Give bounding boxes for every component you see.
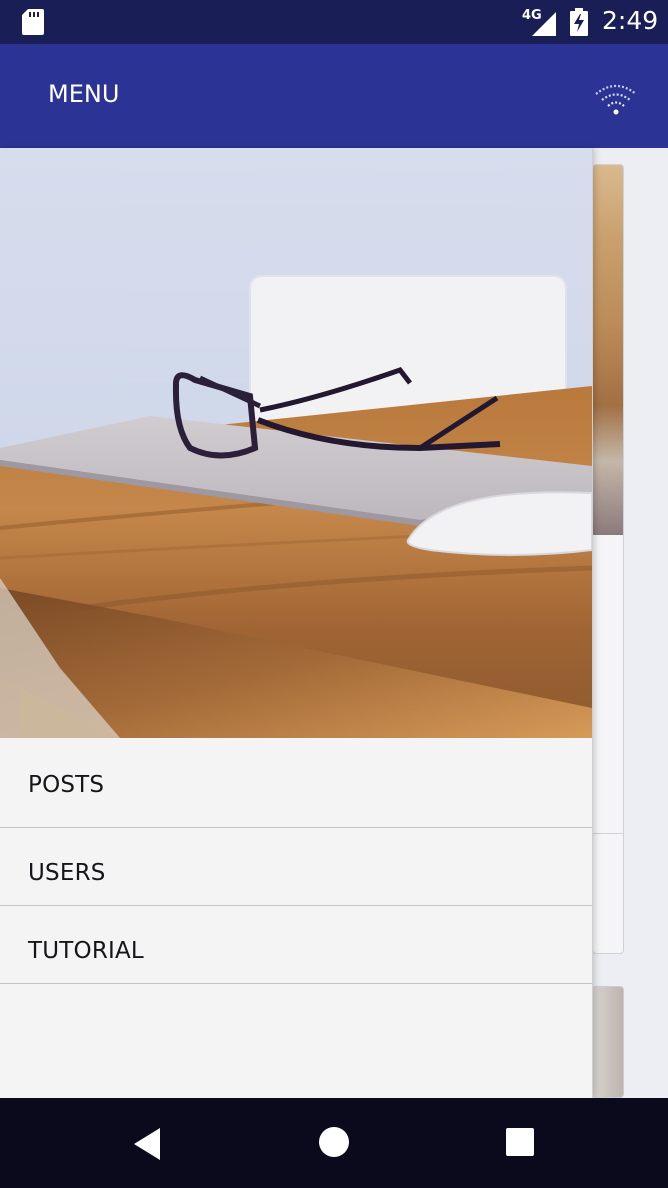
clock: 2:49 — [602, 6, 659, 35]
status-bar: 4G 2:49 — [0, 0, 668, 44]
system-nav-bar — [0, 1098, 668, 1188]
app-bar: MENU — [0, 44, 668, 148]
card-divider — [593, 833, 623, 834]
drawer-item-label: TUTORIAL — [28, 938, 144, 964]
recents-icon[interactable] — [506, 1128, 534, 1160]
content-card[interactable] — [592, 986, 624, 1098]
drawer-item-label: POSTS — [28, 772, 105, 798]
drawer-item-label: USERS — [28, 860, 106, 886]
drawer-item-users[interactable]: USERS — [0, 828, 592, 906]
content-card[interactable] — [592, 164, 624, 954]
battery-charging-icon — [570, 8, 588, 40]
card-image — [593, 165, 623, 535]
navigation-drawer: POSTS USERS TUTORIAL — [0, 148, 593, 1098]
signal-icon — [528, 12, 556, 40]
back-icon[interactable] — [134, 1128, 162, 1164]
sd-card-icon — [22, 9, 44, 39]
app-title: MENU — [48, 80, 120, 108]
drawer-item-posts[interactable]: POSTS — [0, 738, 592, 828]
drawer-header-image — [0, 148, 592, 738]
wifi-icon[interactable] — [594, 84, 638, 122]
home-icon[interactable] — [318, 1126, 350, 1162]
drawer-item-tutorial[interactable]: TUTORIAL — [0, 906, 592, 984]
